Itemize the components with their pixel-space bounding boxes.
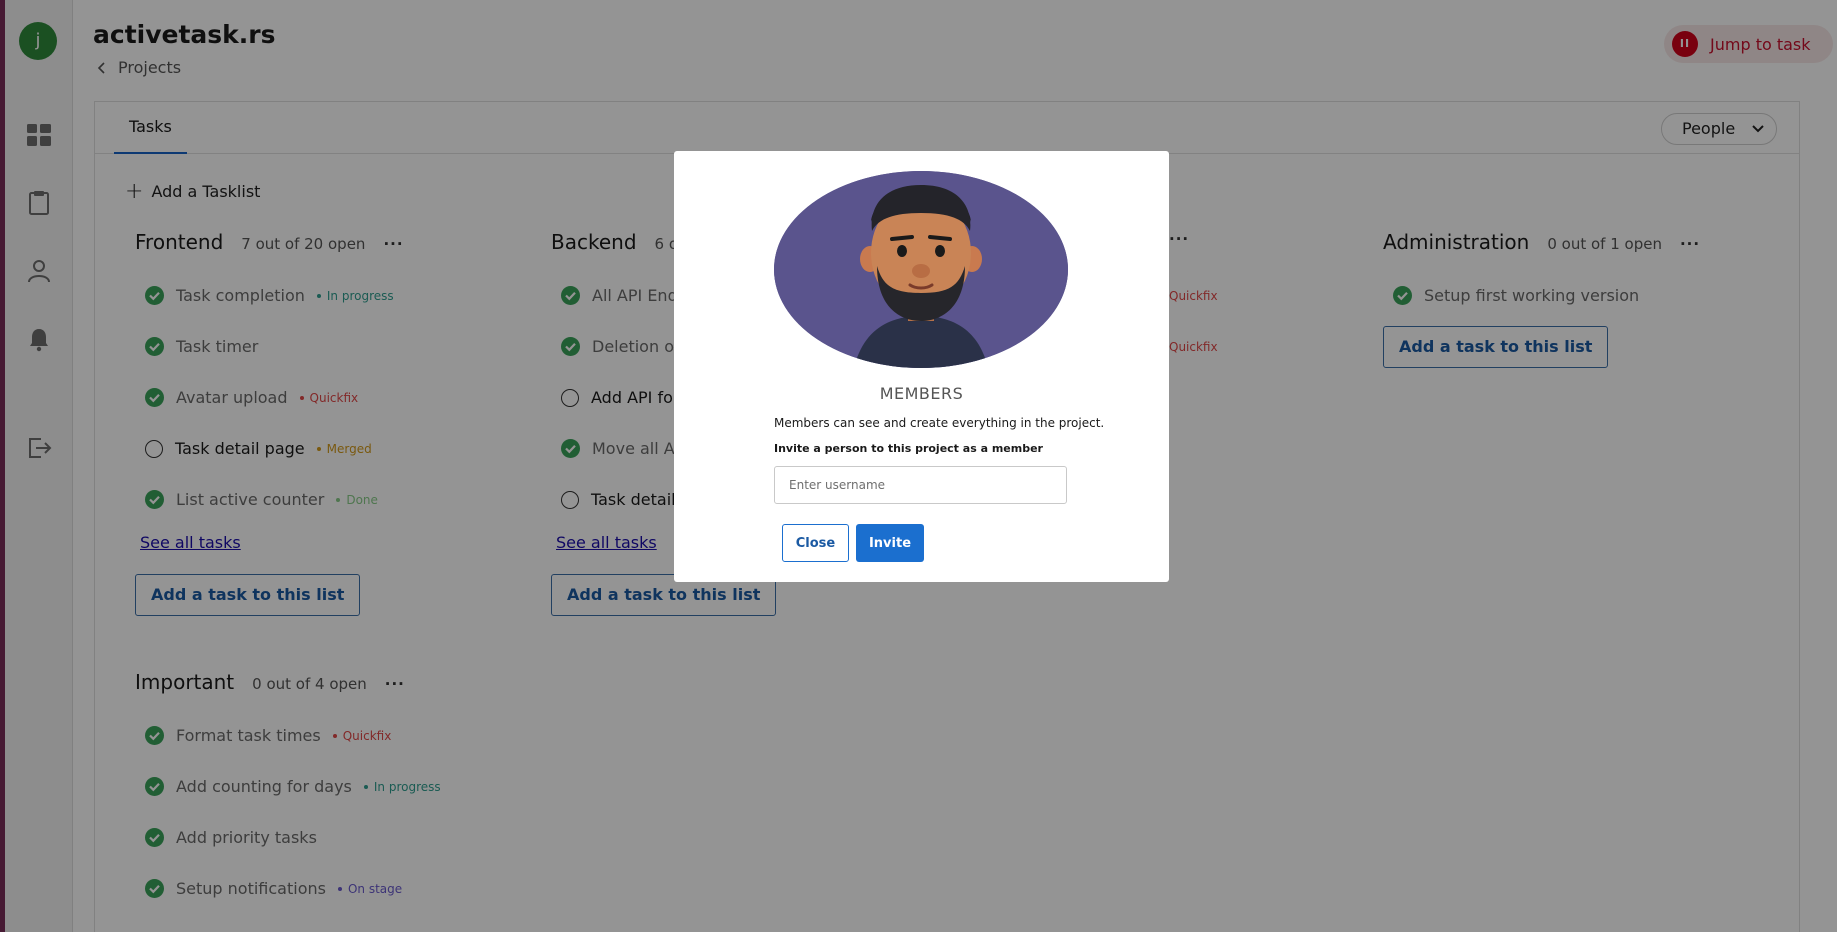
modal-title: MEMBERS — [879, 384, 964, 403]
invite-label: Invite a person to this project as a mem… — [774, 442, 1043, 455]
username-input[interactable] — [774, 466, 1067, 504]
members-modal: MEMBERS Members can see and create every… — [674, 151, 1169, 582]
modal-description: Members can see and create everything in… — [774, 416, 1105, 430]
close-button[interactable]: Close — [782, 524, 849, 562]
invite-button[interactable]: Invite — [856, 524, 924, 562]
member-avatar-illustration — [774, 171, 1068, 368]
